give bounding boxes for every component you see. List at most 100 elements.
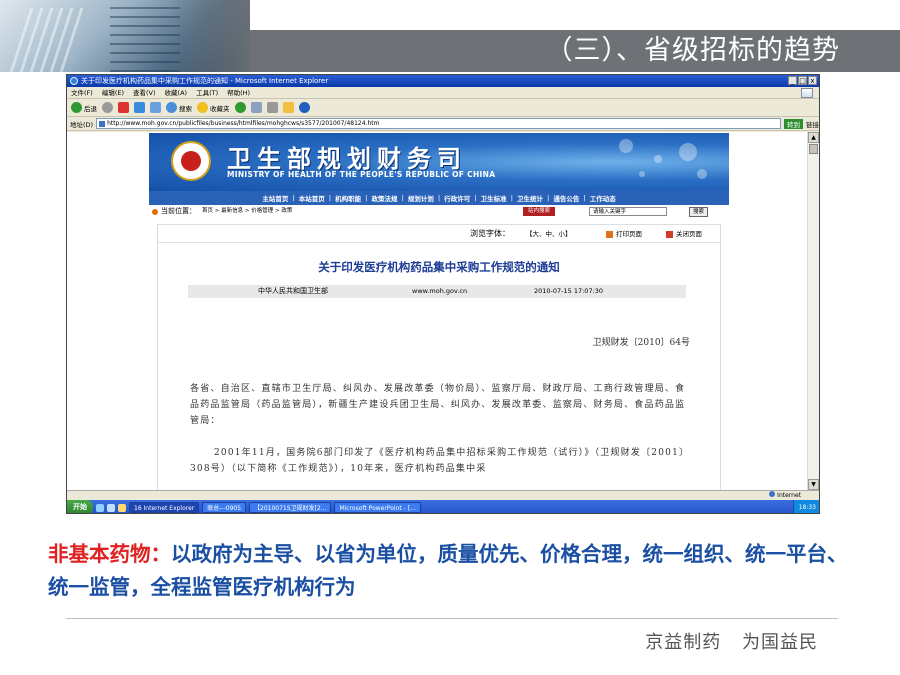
article-meta: 中华人民共和国卫生部 www.moh.gov.cn 2010-07-15 17:…: [188, 285, 686, 298]
page-viewport: 卫生部规划财务司 MINISTRY OF HEALTH OF THE PEOPL…: [67, 132, 809, 490]
mail-button[interactable]: [250, 102, 262, 113]
star-icon: [197, 102, 208, 113]
links-label[interactable]: 链接: [806, 119, 819, 129]
home-icon: [150, 102, 161, 113]
browser-title: 关于印发医疗机构药品集中采购工作规范的通知 - Microsoft Intern…: [81, 77, 329, 85]
print-button[interactable]: [266, 102, 278, 113]
body-label: 非基本药物：: [48, 542, 171, 566]
ministry-emblem-icon: [171, 141, 211, 181]
scroll-thumb[interactable]: [809, 144, 818, 154]
scroll-down-icon[interactable]: ▼: [808, 479, 819, 490]
forward-button[interactable]: [102, 102, 113, 113]
taskbar: 开始 16 Internet Explorer 联总---0905 【20100…: [67, 500, 819, 513]
article-paragraph: 2001年11月，国务院6部门印发了《医疗机构药品集中招标采购工作规范（试行）》…: [190, 448, 690, 474]
toolbar: 后退 搜索 收藏夹: [67, 99, 819, 117]
home-button[interactable]: [150, 102, 161, 113]
refresh-button[interactable]: [134, 102, 145, 113]
nav-item-standards[interactable]: 卫生标准: [481, 193, 507, 203]
slide-body: 非基本药物：以政府为主导、以省为单位，质量优先、价格合理，统一组织、统一平台、统…: [48, 538, 858, 604]
quicklaunch-mail-icon[interactable]: [118, 503, 126, 512]
bullet-icon: [152, 208, 158, 215]
scroll-up-icon[interactable]: ▲: [808, 132, 819, 143]
history-button[interactable]: [234, 102, 246, 113]
print-icon: [266, 102, 278, 113]
site-search-input[interactable]: 请输入关键字: [589, 207, 667, 216]
nav-item-news[interactable]: 工作动态: [590, 193, 616, 203]
article-website: www.moh.gov.cn: [412, 287, 468, 295]
font-label: 浏览字体：: [470, 229, 510, 238]
header-photo: [0, 0, 250, 72]
nav-item-functions[interactable]: 机构职能: [335, 193, 361, 203]
task-powerpoint[interactable]: Microsoft PowerPoint - [...: [334, 502, 421, 513]
site-title: 卫生部规划财务司: [227, 144, 467, 173]
go-button[interactable]: 转到: [784, 118, 803, 129]
slide-title: （三）、省级招标的趋势: [545, 35, 840, 66]
menu-file[interactable]: 文件(F): [71, 87, 93, 98]
menu-edit[interactable]: 编辑(E): [102, 87, 124, 98]
nav-item-statistics[interactable]: 卫生统计: [517, 193, 543, 203]
task-folder[interactable]: 联总---0905: [202, 502, 247, 513]
breadcrumb: 当前位置： 首页 > 最新信息 > 价格管理 > 政策 站内搜索 请输入关键字 …: [149, 206, 729, 217]
address-input[interactable]: http://www.moh.gov.cn/publicfiles/busine…: [96, 118, 781, 129]
menu-tools[interactable]: 工具(T): [196, 87, 218, 98]
task-internet-explorer[interactable]: 16 Internet Explorer: [129, 502, 200, 513]
font-size-options[interactable]: 【大、中、小】: [526, 225, 572, 243]
search-button[interactable]: 搜索: [166, 102, 192, 113]
menu-help[interactable]: 帮助(H): [227, 87, 250, 98]
folder-icon: [282, 102, 294, 113]
nav-item-policies[interactable]: 政策法规: [371, 193, 397, 203]
security-zone: Internet: [769, 491, 801, 500]
close-button[interactable]: x: [808, 76, 817, 85]
print-page-link[interactable]: 打印页面: [606, 225, 642, 243]
stop-button[interactable]: [118, 102, 129, 113]
footer-divider: [66, 618, 838, 619]
article-publisher: 中华人民共和国卫生部: [258, 287, 328, 295]
close-page-link[interactable]: 关闭页面: [666, 225, 702, 243]
history-icon: [234, 102, 246, 113]
nav-item-main-home[interactable]: 主站首页: [262, 193, 288, 203]
quicklaunch-ie-icon[interactable]: [96, 503, 104, 512]
task-document[interactable]: 【2010071S卫规财发[2...: [249, 502, 332, 513]
vertical-scrollbar[interactable]: ▲ ▼: [807, 132, 819, 490]
mail-icon: [250, 102, 262, 113]
article-tools: 浏览字体： 【大、中、小】 打印页面 关闭页面: [158, 225, 720, 243]
address-label: 地址(D): [70, 120, 94, 129]
nav-item-notices[interactable]: 通告公告: [553, 193, 579, 203]
site-search-label: 站内搜索: [523, 207, 556, 216]
folder-button[interactable]: [282, 102, 294, 113]
site-nav: 主站首页 | 本站首页 | 机构职能 | 政策法规 | 规划计划 | 行政许可 | 卫生标准…: [149, 191, 729, 205]
nav-item-site-home[interactable]: 本站首页: [299, 193, 325, 203]
article-title: 关于印发医疗机构药品集中采购工作规范的通知: [318, 260, 560, 274]
search-icon: [166, 102, 177, 113]
minimize-button[interactable]: _: [788, 76, 797, 85]
browser-screenshot: 关于印发医疗机构药品集中采购工作规范的通知 - Microsoft Intern…: [66, 74, 820, 514]
stop-icon: [118, 102, 129, 113]
article-date: 2010-07-15 17:07:30: [534, 287, 604, 295]
back-button[interactable]: 后退: [71, 102, 97, 113]
favorites-button[interactable]: 收藏夹: [197, 102, 230, 113]
menu-favorites[interactable]: 收藏(A): [165, 87, 188, 98]
refresh-icon: [134, 102, 145, 113]
nav-item-licensing[interactable]: 行政许可: [444, 193, 470, 203]
start-button[interactable]: 开始: [67, 500, 93, 513]
site-banner: 卫生部规划财务司 MINISTRY OF HEALTH OF THE PEOPL…: [149, 133, 729, 191]
status-bar: Internet: [67, 490, 819, 500]
address-bar: 地址(D) http://www.moh.gov.cn/publicfiles/…: [67, 117, 819, 131]
browser-title-bar: 关于印发医疗机构药品集中采购工作规范的通知 - Microsoft Intern…: [67, 75, 819, 87]
site-search-button[interactable]: 搜索: [689, 207, 709, 217]
quicklaunch-desktop-icon[interactable]: [107, 503, 115, 512]
forward-arrow-icon: [102, 102, 113, 113]
messenger-button[interactable]: [298, 102, 310, 113]
messenger-icon: [298, 102, 310, 113]
site-subtitle: MINISTRY OF HEALTH OF THE PEOPLE'S REPUB…: [227, 170, 496, 179]
system-tray-clock[interactable]: 18:33: [792, 500, 819, 513]
ie-icon: [70, 77, 78, 85]
menu-bar: 文件(F) 编辑(E) 查看(V) 收藏(A) 工具(T) 帮助(H): [67, 87, 819, 99]
breadcrumb-path[interactable]: 首页 > 最新信息 > 价格管理 > 政策: [202, 206, 292, 217]
breadcrumb-label: 当前位置：: [161, 207, 196, 215]
maximize-button[interactable]: □: [798, 76, 807, 85]
menu-view[interactable]: 查看(V): [133, 87, 156, 98]
article: 浏览字体： 【大、中、小】 打印页面 关闭页面 关于印发医疗机构药品集中采购工作…: [157, 224, 721, 490]
back-arrow-icon: [71, 102, 82, 113]
nav-item-planning[interactable]: 规划计划: [408, 193, 434, 203]
